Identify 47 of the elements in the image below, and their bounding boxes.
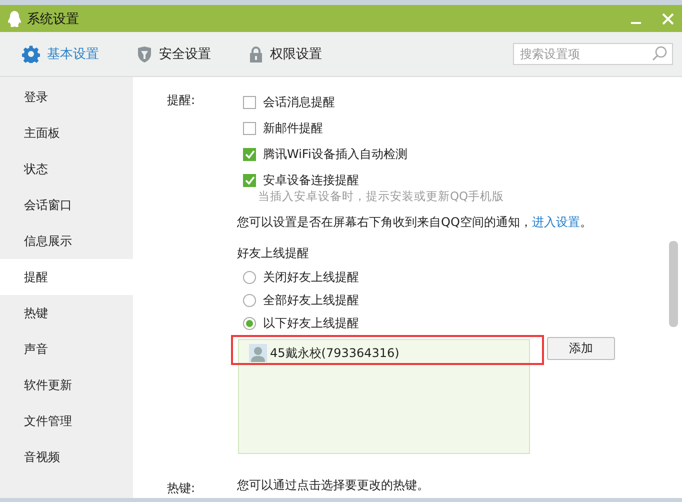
checkbox[interactable] [243, 148, 256, 160]
settings-tab[interactable]: 基本设置 [22, 45, 99, 63]
sidebar-item[interactable]: 软件更新 [0, 367, 133, 403]
scrollbar-thumb[interactable] [669, 241, 678, 327]
hint-text: 当插入安卓设备时，提示安装或更新QQ手机版 [257, 189, 506, 204]
settings-tab[interactable]: 安全设置 [137, 45, 211, 63]
sidebar-item[interactable]: 登录 [0, 79, 133, 115]
gear-icon [22, 45, 40, 63]
sidebar-item[interactable]: 声音 [0, 331, 133, 367]
sidebar-item[interactable]: 信息展示 [0, 223, 133, 259]
radio-option[interactable]: 全部好友上线提醒 [243, 289, 615, 312]
sidebar-item[interactable]: 提醒 [0, 259, 133, 295]
close-icon[interactable] [662, 12, 674, 24]
radio-button[interactable] [243, 271, 256, 284]
sidebar-item[interactable]: 文件管理 [0, 403, 133, 439]
sidebar-item[interactable]: 音视频 [0, 439, 133, 475]
sidebar-item[interactable]: 主面板 [0, 115, 133, 151]
shield-icon [137, 46, 152, 62]
penguin-icon [8, 10, 21, 26]
add-button[interactable]: 添加 [547, 337, 615, 360]
section-label: 提醒: [167, 92, 196, 109]
settings-link[interactable]: 进入设置 [532, 215, 580, 229]
section-label: 热键: [167, 480, 196, 497]
checkbox-option[interactable]: 新邮件提醒 [243, 115, 615, 141]
checkbox-option[interactable]: 腾讯WiFi设备插入自动检测 [243, 141, 615, 167]
lock-icon [249, 46, 263, 62]
radio-option[interactable]: 以下好友上线提醒 [243, 312, 615, 335]
notice-text: 您可以设置是否在屏幕右下角收到来自QQ空间的通知，进入设置。 [237, 214, 593, 231]
radio-button[interactable] [243, 317, 256, 330]
sidebar-item[interactable]: 会话窗口 [0, 187, 133, 223]
friend-item[interactable]: 45戴永校(793364316) [249, 342, 529, 364]
subsection-title: 好友上线提醒 [237, 245, 310, 262]
radio-button[interactable] [243, 294, 256, 307]
sidebar-item[interactable]: 热键 [0, 295, 133, 331]
sidebar-item[interactable]: 状态 [0, 151, 133, 187]
search-icon[interactable] [652, 46, 667, 61]
radio-option[interactable]: 关闭好友上线提醒 [243, 266, 615, 289]
window-title: 系统设置 [27, 10, 80, 28]
checkbox[interactable] [243, 174, 256, 186]
hotkey-text: 您可以通过点击选择要更改的热键。 [237, 477, 429, 494]
settings-tab[interactable]: 权限设置 [249, 45, 322, 63]
search-field[interactable]: 搜索设置项 [513, 43, 673, 65]
friend-name: 45戴永校(793364316) [270, 344, 400, 362]
checkbox[interactable] [243, 96, 256, 108]
checkbox[interactable] [243, 122, 256, 134]
avatar-icon [249, 344, 267, 362]
checkbox-option[interactable]: 会话消息提醒 [243, 89, 615, 115]
